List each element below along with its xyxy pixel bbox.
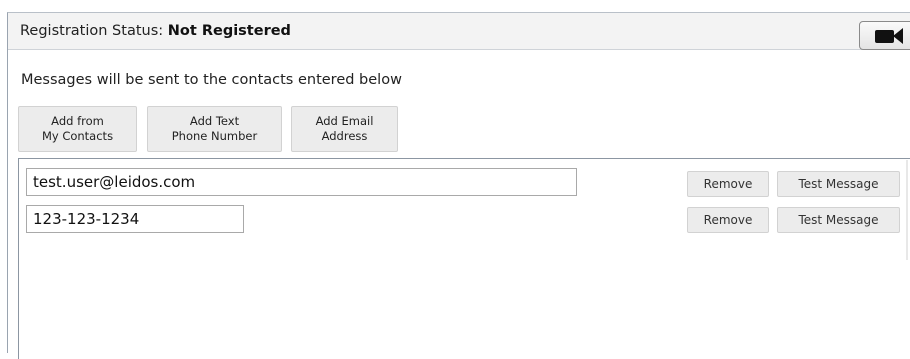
add-email-line2: Address <box>321 129 368 143</box>
add-email-line1: Add Email <box>315 114 374 128</box>
add-from-contacts-line1: Add from <box>51 114 104 128</box>
add-text-phone-line1: Add Text <box>189 114 240 128</box>
contact-phone-value: 123-123-1234 <box>33 210 140 228</box>
test-message-button[interactable]: Test Message <box>777 207 900 233</box>
video-camera-icon <box>875 30 894 43</box>
test-message-button[interactable]: Test Message <box>777 171 900 197</box>
contact-email-value: test.user@leidos.com <box>33 173 196 191</box>
add-from-contacts-button[interactable]: Add from My Contacts <box>18 106 137 152</box>
info-text: Messages will be sent to the contacts en… <box>21 72 402 88</box>
remove-button[interactable]: Remove <box>687 171 769 197</box>
video-camera-lens <box>893 28 903 44</box>
add-text-phone-button[interactable]: Add Text Phone Number <box>147 106 282 152</box>
scroll-edge <box>906 160 908 260</box>
video-button[interactable] <box>859 21 910 50</box>
contact-email-input[interactable]: test.user@leidos.com <box>26 168 577 196</box>
registration-status-label: Registration Status: <box>20 23 164 39</box>
contact-phone-input[interactable]: 123-123-1234 <box>26 205 244 233</box>
registration-status-value: Not Registered <box>167 23 291 39</box>
add-text-phone-line2: Phone Number <box>171 129 258 143</box>
add-from-contacts-line2: My Contacts <box>41 129 114 143</box>
remove-button[interactable]: Remove <box>687 207 769 233</box>
add-email-button[interactable]: Add Email Address <box>291 106 398 152</box>
registration-status: Registration Status: Not Registered <box>20 23 291 39</box>
